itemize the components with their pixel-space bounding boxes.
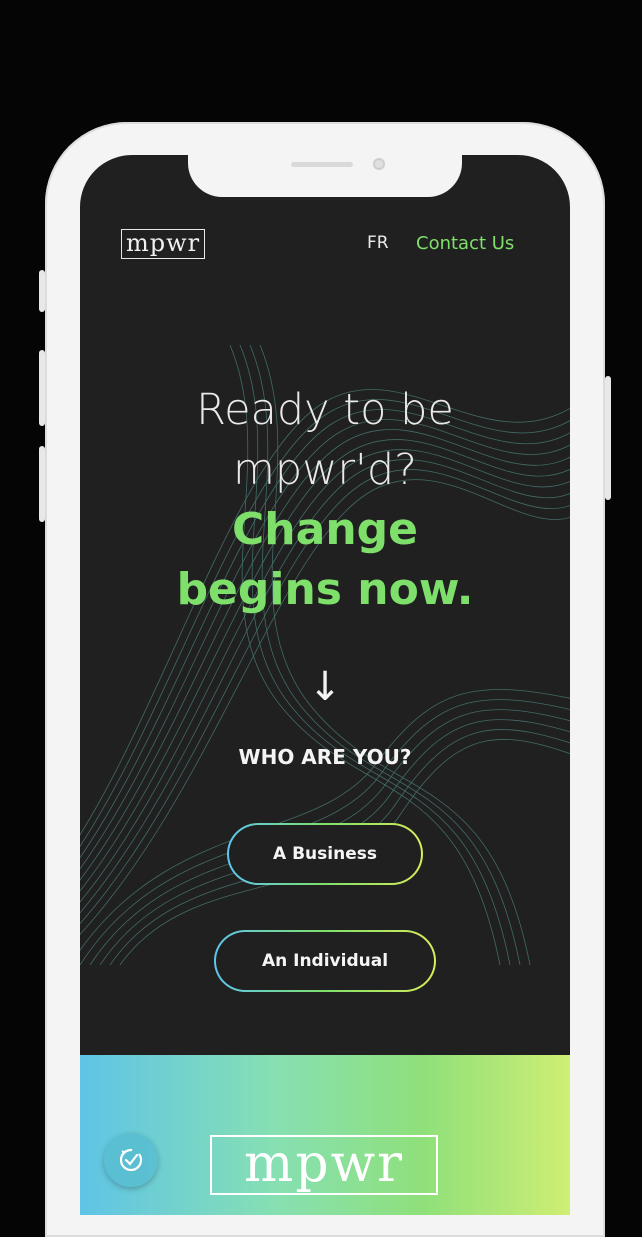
who-are-you-heading: WHO ARE YOU? bbox=[238, 745, 412, 769]
individual-button-label: An Individual bbox=[216, 932, 434, 990]
business-button[interactable]: A Business bbox=[227, 823, 423, 885]
hero-line-3: Change bbox=[232, 504, 418, 555]
phone-notch bbox=[188, 155, 462, 197]
hero-line-2: mpwr'd? bbox=[233, 445, 417, 495]
volume-up-button bbox=[39, 350, 45, 426]
individual-button[interactable]: An Individual bbox=[214, 930, 436, 992]
side-button bbox=[39, 270, 45, 312]
phone-frame: mpwr FR Contact Us Ready to be mpwr'd? C… bbox=[39, 122, 611, 1237]
phone-screen: mpwr FR Contact Us Ready to be mpwr'd? C… bbox=[80, 155, 570, 1215]
clock-check-icon[interactable] bbox=[104, 1133, 158, 1187]
volume-down-button bbox=[39, 446, 45, 522]
hero-headline: Ready to be mpwr'd? Change begins now. bbox=[80, 380, 570, 620]
front-camera bbox=[373, 158, 385, 170]
footer-gradient-band: mpwr bbox=[80, 1055, 570, 1215]
footer-logo[interactable]: mpwr bbox=[210, 1135, 438, 1195]
language-switch-link[interactable]: FR bbox=[367, 233, 389, 253]
hero-line-1: Ready to be bbox=[196, 385, 454, 435]
speaker-grille bbox=[291, 162, 353, 167]
hero-line-4: begins now. bbox=[176, 564, 474, 615]
power-button bbox=[605, 376, 611, 500]
arrow-down-icon: ↓ bbox=[308, 664, 342, 710]
business-button-label: A Business bbox=[229, 825, 421, 883]
contact-us-link[interactable]: Contact Us bbox=[416, 233, 514, 254]
header-logo[interactable]: mpwr bbox=[121, 229, 206, 259]
